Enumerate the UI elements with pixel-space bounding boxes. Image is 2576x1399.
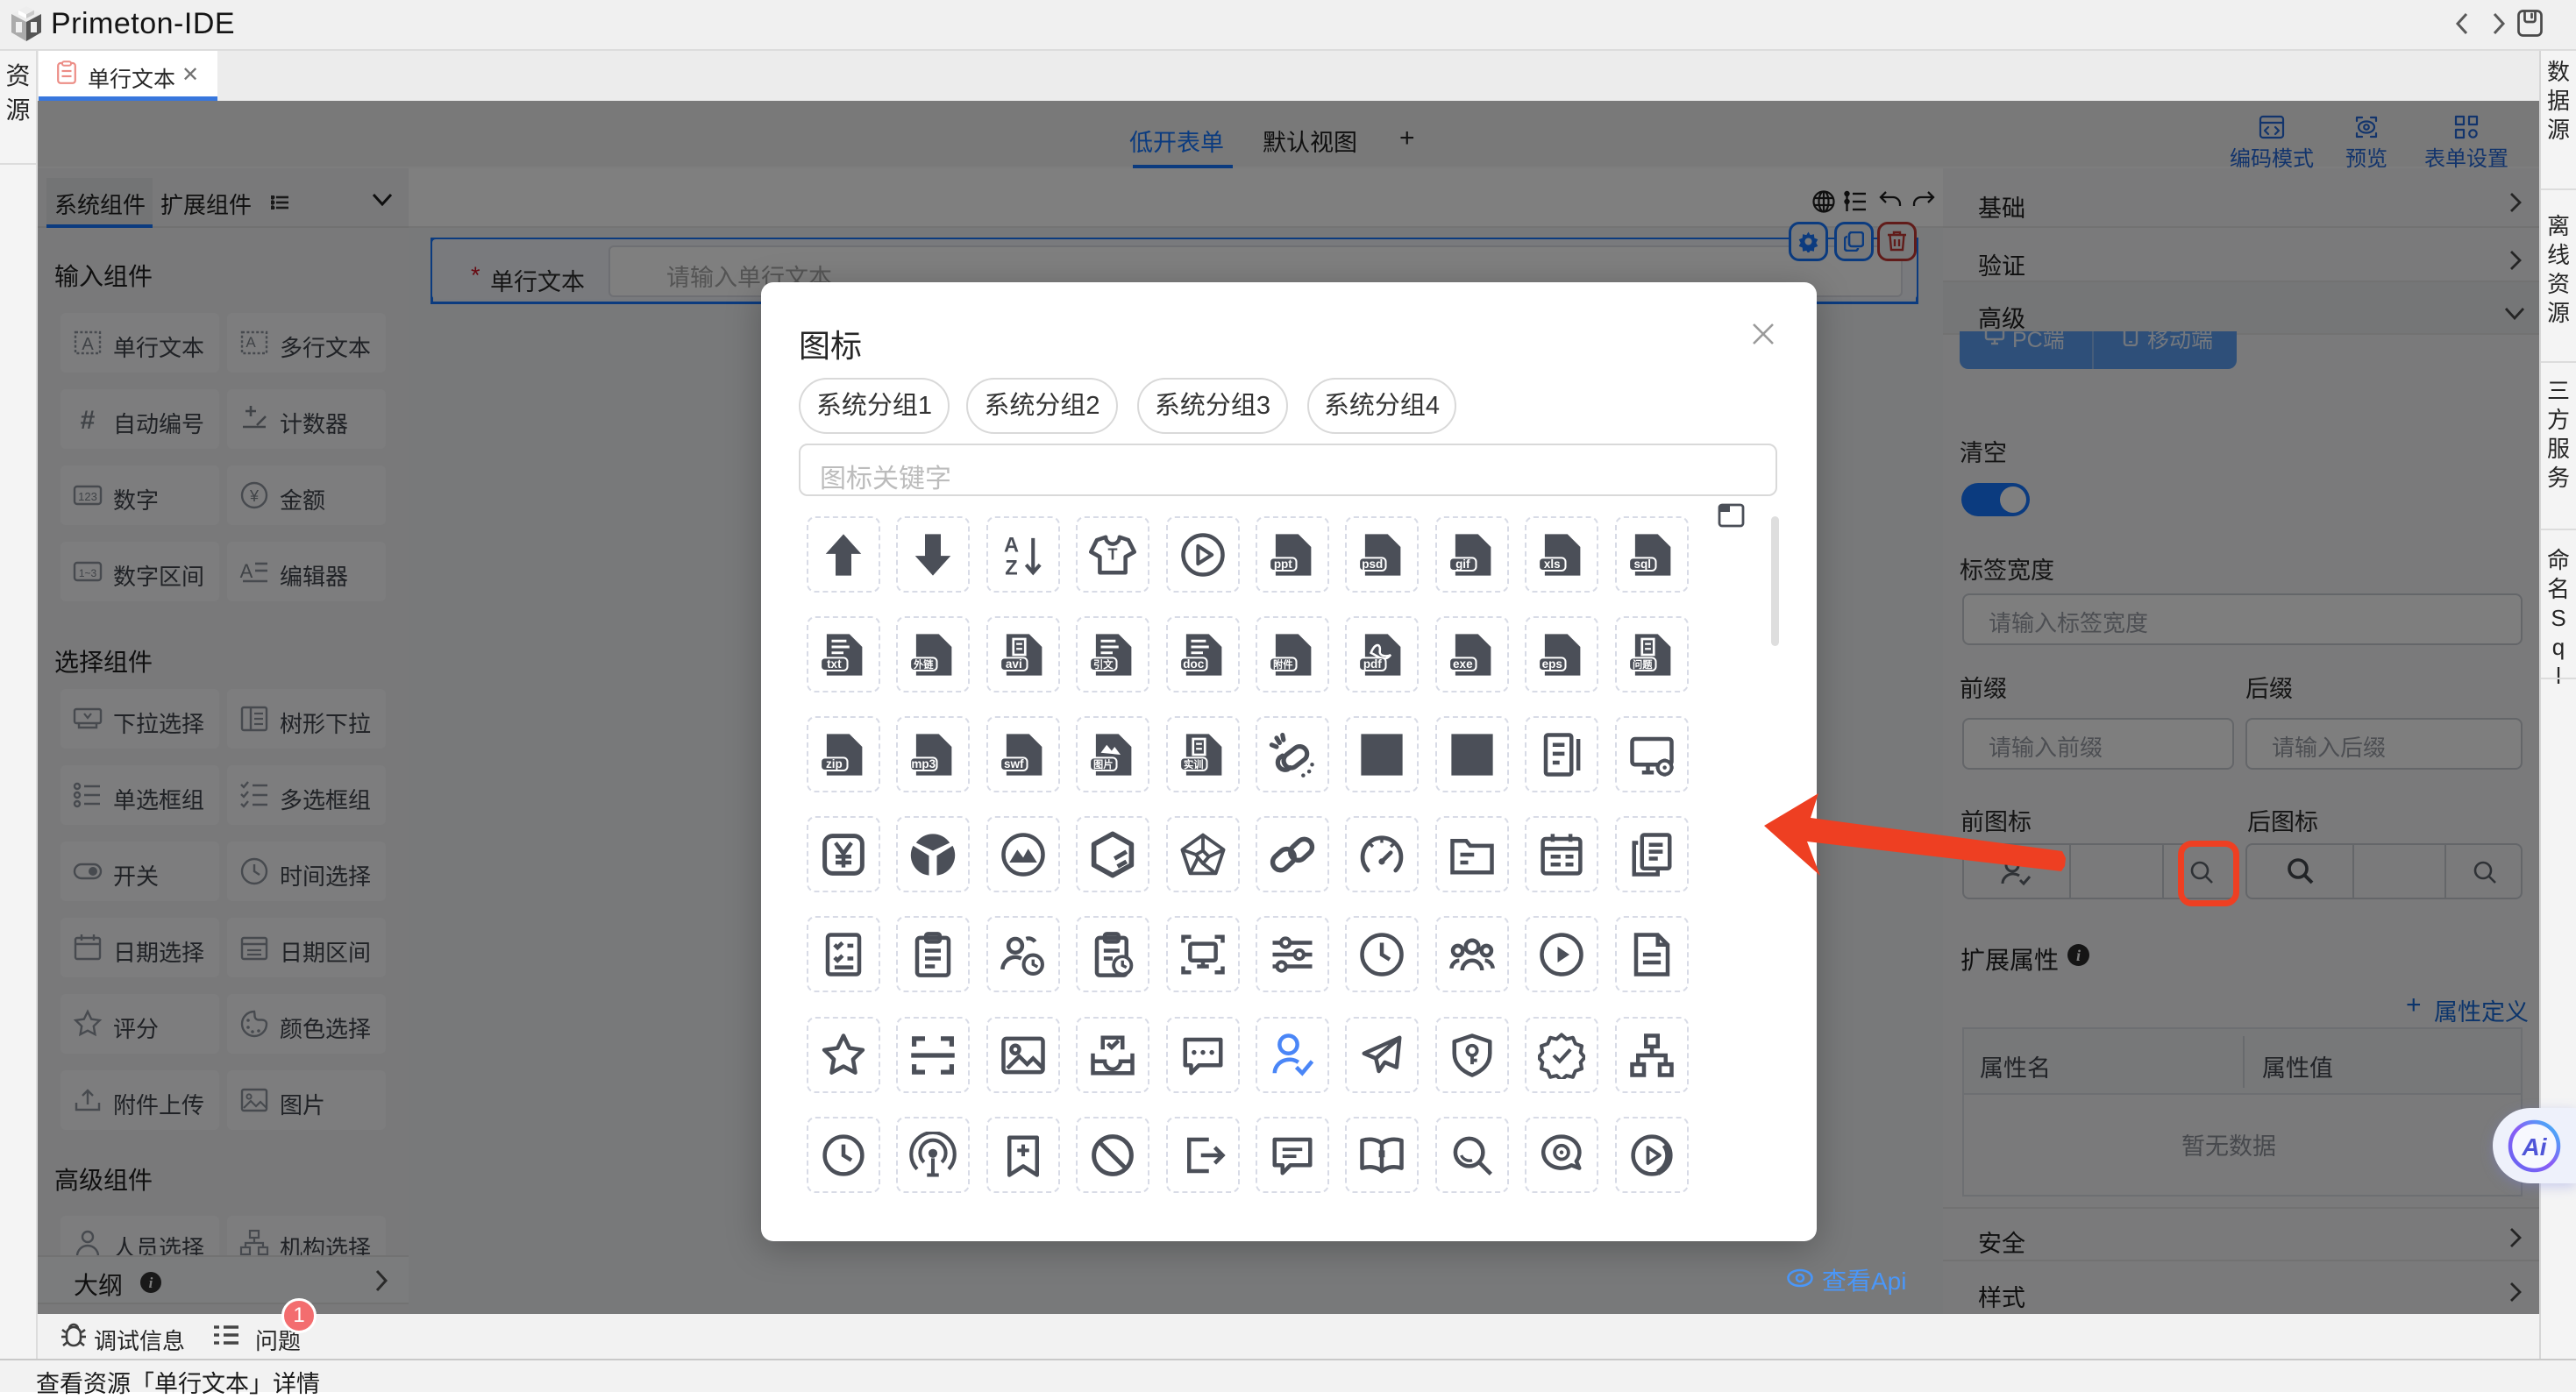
svg-text:mp3: mp3 xyxy=(911,757,936,771)
svg-text:图片: 图片 xyxy=(1093,758,1114,771)
svg-text:txt: txt xyxy=(827,657,842,671)
svg-text:sql: sql xyxy=(1634,557,1652,571)
svg-text:gif: gif xyxy=(1455,557,1470,571)
svg-text:Ai: Ai xyxy=(2522,1133,2548,1161)
svg-text:doc: doc xyxy=(1183,657,1204,671)
svg-text:ppt: ppt xyxy=(1274,557,1292,571)
svg-text:问题: 问题 xyxy=(1633,658,1653,671)
svg-text:psd: psd xyxy=(1362,557,1383,571)
svg-text:pdf: pdf xyxy=(1363,657,1382,671)
svg-text:swf: swf xyxy=(1004,757,1024,771)
svg-text:实训: 实训 xyxy=(1184,758,1204,771)
svg-text:附件: 附件 xyxy=(1273,658,1293,671)
svg-text:eps: eps xyxy=(1542,657,1562,671)
svg-text:avi: avi xyxy=(1006,657,1022,671)
svg-text:引文: 引文 xyxy=(1093,658,1114,671)
svg-text:外链: 外链 xyxy=(913,658,934,671)
svg-text:xls: xls xyxy=(1544,557,1561,571)
svg-text:zip: zip xyxy=(826,757,843,771)
svg-text:exe: exe xyxy=(1453,657,1473,671)
